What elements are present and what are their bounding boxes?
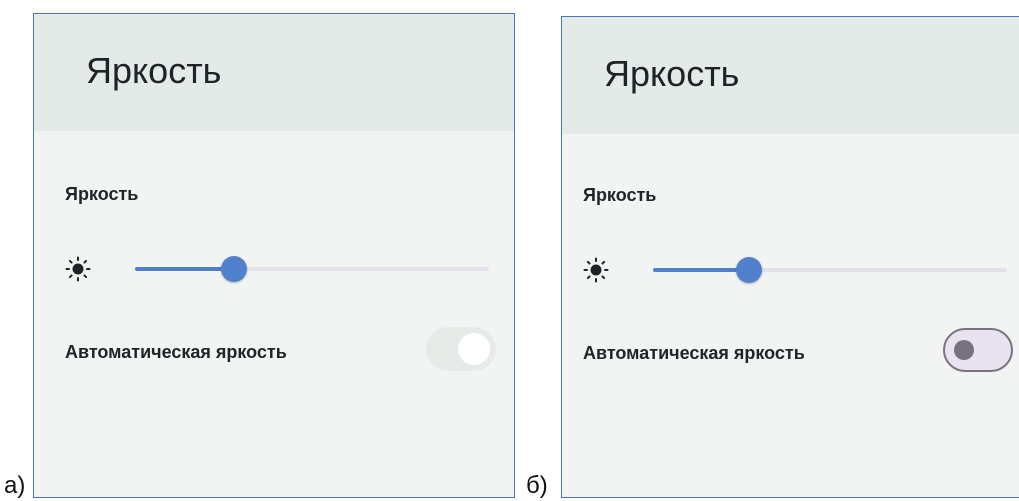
app-header: Яркость bbox=[34, 14, 514, 131]
caption-b: б) bbox=[526, 472, 548, 499]
brightness-section-label: Яркость bbox=[583, 185, 657, 205]
brightness-section-label: Яркость bbox=[65, 184, 139, 204]
auto-brightness-toggle bbox=[426, 327, 496, 371]
toggle-knob bbox=[458, 333, 490, 365]
brightness-slider[interactable] bbox=[135, 256, 489, 282]
brightness-screen-b: Яркость Яркость Автоматическая яркость bbox=[561, 16, 1019, 498]
toggle-knob bbox=[954, 340, 974, 360]
caption-a: а) bbox=[4, 472, 26, 499]
auto-brightness-toggle[interactable] bbox=[943, 328, 1013, 372]
app-header: Яркость bbox=[562, 17, 1019, 134]
slider-fill bbox=[653, 268, 749, 272]
auto-brightness-label: Автоматическая яркость bbox=[65, 342, 287, 362]
slider-fill bbox=[135, 267, 235, 271]
auto-brightness-label: Автоматическая яркость bbox=[583, 343, 805, 363]
page-title: Яркость bbox=[86, 50, 222, 91]
brightness-sun-icon bbox=[65, 256, 91, 282]
brightness-slider[interactable] bbox=[653, 257, 1007, 283]
page-title: Яркость bbox=[604, 53, 740, 94]
slider-thumb[interactable] bbox=[735, 257, 762, 283]
slider-thumb[interactable] bbox=[221, 256, 248, 282]
brightness-screen-a: Яркость Яркость Автоматическая яркость bbox=[33, 13, 515, 498]
brightness-sun-icon bbox=[583, 257, 609, 283]
